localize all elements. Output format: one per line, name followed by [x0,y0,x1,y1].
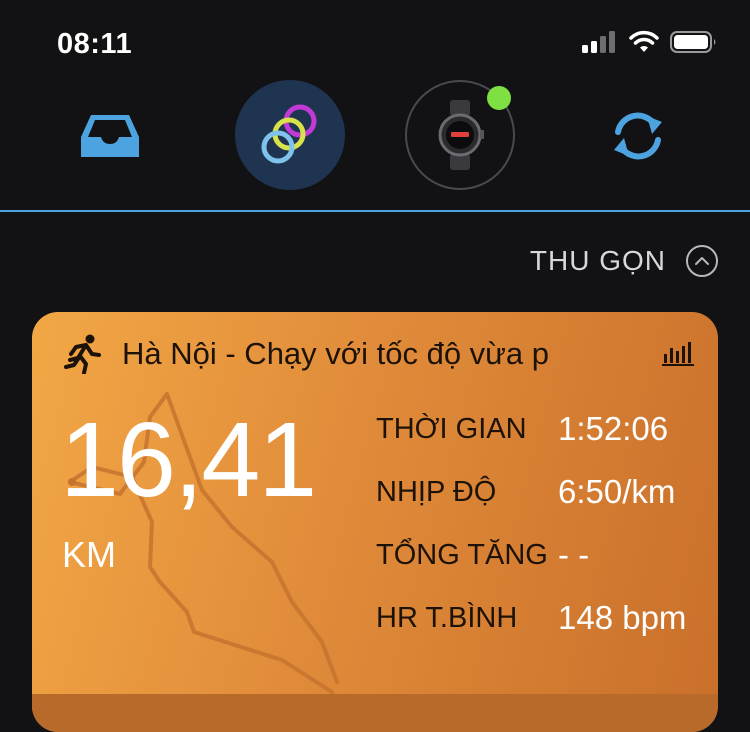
smartwatch-icon [438,100,484,170]
collapse-label: THU GỌN [529,245,666,276]
metric-label-heart-rate: HR T.BÌNH [376,602,518,634]
card-footer [32,694,718,732]
status-icons [582,30,718,54]
metric-value-time: 1:52:06 [558,410,669,447]
chevron-up-icon [686,245,718,277]
metric-row: TỔNG TĂNG - - [376,536,716,576]
route-map [68,392,339,714]
activity-title: Hà Nội - Chạy với tốc độ vừa p [122,336,550,371]
device-button[interactable] [405,80,515,190]
activity-card[interactable]: Hà Nội - Chạy với tốc độ vừa p 16,41 KM … [32,312,718,732]
device-connected-indicator [487,86,511,110]
collapse-toggle[interactable]: THU GỌN [530,245,718,277]
toolbar [0,80,750,210]
distance-value: 16,41 [60,401,317,519]
toolbar-divider [0,210,750,212]
connect-rings-icon [261,104,317,164]
status-bar: 08:11 [0,0,750,80]
metric-value-elevation: - - [558,536,590,573]
connect-button[interactable] [235,80,345,190]
cellular-signal-icon [582,31,615,53]
battery-icon [670,31,716,53]
sync-icon [614,112,662,160]
running-person-icon [64,334,101,374]
metric-label-elevation: TỔNG TĂNG [376,539,548,571]
metric-row: NHỊP ĐỘ 6:50/km [376,473,716,513]
metric-value-heart-rate: 148 bpm [558,599,687,636]
wifi-icon [629,30,659,52]
card-header: Hà Nội - Chạy với tốc độ vừa p [64,334,694,374]
metric-row: HR T.BÌNH 148 bpm [376,599,716,639]
inbox-button[interactable] [75,105,145,165]
metric-row: THỜI GIAN 1:52:06 [376,410,716,450]
inbox-tray-icon [81,115,139,157]
metric-value-pace: 6:50/km [558,473,676,510]
sync-button[interactable] [608,108,668,164]
distance-unit: KM [62,534,116,575]
status-time: 08:11 [57,28,133,60]
bar-chart-icon[interactable] [662,340,694,366]
metric-label-pace: NHỊP ĐỘ [376,476,497,508]
metric-label-time: THỜI GIAN [376,413,527,445]
